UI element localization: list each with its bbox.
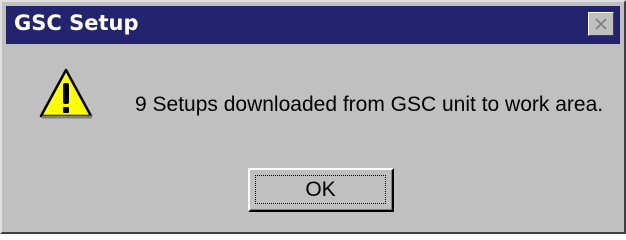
warning-icon: [39, 68, 93, 119]
message-dialog: GSC Setup 9 Setups downloaded from GSC u…: [0, 0, 626, 234]
title-bar: GSC Setup: [6, 6, 620, 44]
ok-button-label: OK: [255, 175, 386, 204]
close-icon: [595, 18, 607, 30]
close-button[interactable]: [588, 12, 614, 36]
ok-button[interactable]: OK: [248, 168, 394, 212]
window-title: GSC Setup: [14, 11, 139, 35]
dialog-message: 9 Setups downloaded from GSC unit to wor…: [135, 93, 604, 116]
